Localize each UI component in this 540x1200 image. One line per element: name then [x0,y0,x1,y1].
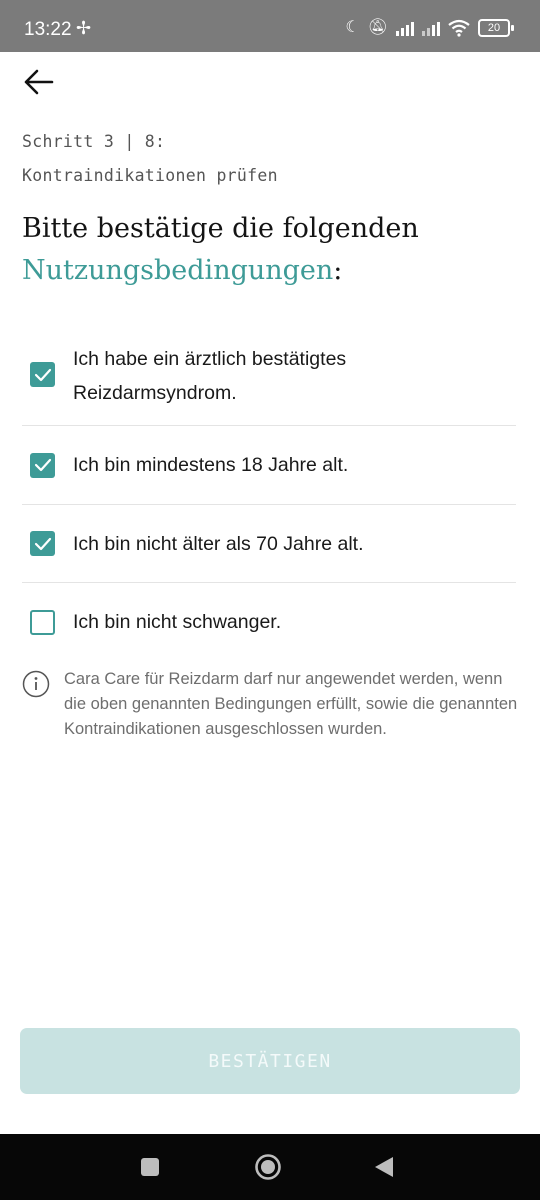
checkbox-checked[interactable] [30,452,55,478]
recents-button[interactable] [134,1151,166,1183]
battery-icon: 20 [478,19,514,37]
page-title: Bitte bestätige die folgenden Nutzungsbe… [22,208,522,292]
step-title: Kontraindikationen prüfen [22,166,278,185]
info-notice: Cara Care für Reizdarm darf nur angewend… [22,667,522,742]
fan-icon: ✢ [76,18,92,38]
system-nav-bar [0,1134,540,1200]
info-icon [22,670,50,698]
status-icons: ☾ 🔕︎ 20 [345,18,514,38]
checklist-item-label: Ich bin nicht schwanger. [73,611,282,633]
home-button[interactable] [252,1151,284,1183]
back-triangle-icon [375,1157,393,1177]
checkbox-checked[interactable] [30,531,55,556]
step-label: Schritt 3 | 8: [22,132,166,151]
arrow-left-icon [24,69,54,95]
checklist-item[interactable]: Ich bin nicht schwanger. [22,583,516,661]
square-icon [141,1158,159,1176]
checklist-item[interactable]: Ich bin nicht älter als 70 Jahre alt. [22,505,516,583]
checkbox-checked[interactable] [30,362,55,387]
system-back-button[interactable] [368,1151,400,1183]
checklist-item[interactable]: Ich bin mindestens 18 Jahre alt. [22,426,516,505]
status-time: 13:22 [24,19,72,40]
checklist-item-label: Ich habe ein ärztlich bestätigtes Reizda… [73,347,347,404]
headline-suffix: : [333,255,343,286]
headline-accent: Nutzungsbedingungen [22,255,334,286]
checklist-item-label: Ich bin mindestens 18 Jahre alt. [73,454,349,476]
info-text: Cara Care für Reizdarm darf nur angewend… [64,670,518,738]
checkmark-icon [34,458,51,472]
confirm-button[interactable]: BESTÄTIGEN [20,1028,520,1094]
home-circle-icon [255,1154,281,1180]
checklist-item-label: Ich bin nicht älter als 70 Jahre alt. [73,532,364,555]
moon-icon: ☾ [345,19,360,36]
checkbox-unchecked[interactable] [30,609,55,635]
back-button[interactable] [18,62,58,102]
status-bar: 13:22 ✢ ☾ 🔕︎ 20 [0,0,540,52]
mute-icon: 🔕︎ [367,19,388,36]
checkmark-icon [34,368,51,381]
checkmark-icon [34,537,51,550]
signal-icon [396,20,414,36]
wifi-icon [448,19,470,37]
checklist-item[interactable]: Ich habe ein ärztlich bestätigtes Reizda… [22,330,516,426]
signal-icon [422,20,440,36]
conditions-checklist: Ich habe ein ärztlich bestätigtes Reizda… [22,330,516,661]
headline-line1: Bitte bestätige die folgenden [22,213,419,244]
